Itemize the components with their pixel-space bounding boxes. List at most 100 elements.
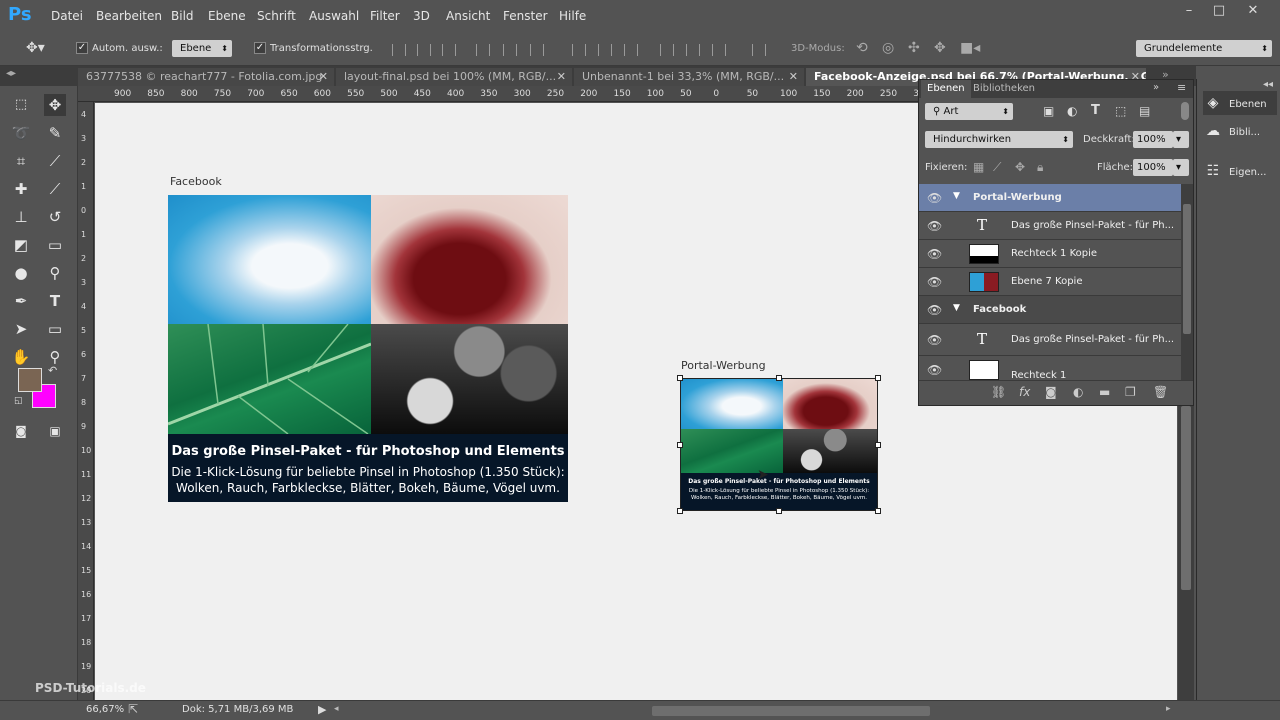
3d-slide-icon[interactable]: ✥ xyxy=(934,40,946,56)
workspace-dropdown[interactable]: Grundelemente ⬍ xyxy=(1136,40,1272,57)
transform-handle-top-center[interactable] xyxy=(776,375,782,381)
vertical-scroll-thumb[interactable] xyxy=(1181,406,1191,590)
zoom-level[interactable]: 66,67% xyxy=(86,704,124,715)
healing-brush-tool-icon[interactable]: ✚ xyxy=(10,178,32,200)
eye-icon[interactable]: 👁︎ xyxy=(927,333,942,347)
transform-handle-top-left[interactable] xyxy=(677,375,683,381)
filter-shape-icon[interactable]: ⬚ xyxy=(1115,104,1126,118)
align-left-icon[interactable] xyxy=(476,44,490,56)
eraser-tool-icon[interactable]: ◩ xyxy=(10,234,32,256)
eye-icon[interactable]: 👁︎ xyxy=(927,275,942,289)
distribute-bottom-icon[interactable] xyxy=(624,44,638,56)
swap-colors-icon[interactable]: ↶ xyxy=(48,364,57,377)
layer-row-text-facebook[interactable]: 👁︎ T Das große Pinsel-Paket - für Ph... xyxy=(919,324,1181,356)
menu-ansicht[interactable]: Ansicht xyxy=(446,9,490,23)
3d-rotate-icon[interactable]: ⟲ xyxy=(856,40,868,56)
chevron-down-icon[interactable]: ▼ xyxy=(953,303,960,313)
facebook-artboard[interactable]: Das große Pinsel-Paket - für Photoshop u… xyxy=(168,195,568,502)
3d-drag-icon[interactable]: ✣ xyxy=(908,40,920,56)
link-icon[interactable]: ⛓︎ xyxy=(991,385,1006,399)
lasso-tool-icon[interactable]: ➰ xyxy=(10,122,32,144)
filter-adjustment-icon[interactable]: ◐ xyxy=(1067,104,1077,118)
hand-tool-icon[interactable]: ✋ xyxy=(10,346,32,368)
menu-datei[interactable]: Datei xyxy=(51,9,83,23)
align-vcenter-icon[interactable] xyxy=(417,44,431,56)
transform-handle-top-right[interactable] xyxy=(875,375,881,381)
transform-bounding-box[interactable] xyxy=(680,378,878,511)
fx-icon[interactable]: fx xyxy=(1019,385,1030,399)
menu-auswahl[interactable]: Auswahl xyxy=(309,9,359,23)
type-tool-icon[interactable]: T xyxy=(44,290,66,312)
adjustment-icon[interactable]: ◐ xyxy=(1073,385,1083,399)
scroll-right-icon[interactable]: ▸ xyxy=(1166,704,1171,714)
dock-eigenschaften[interactable]: ☷ Eigen... xyxy=(1203,159,1277,183)
tab-fotolia[interactable]: 63777538 © reachart777 - Fotolia.com.jpg… xyxy=(78,68,334,86)
auto-align-icon[interactable] xyxy=(752,44,766,56)
foreground-color-swatch[interactable] xyxy=(18,368,42,392)
dock-bibliotheken[interactable]: ☁ Bibli... xyxy=(1203,119,1277,143)
layer-row-ebene-7-kopie[interactable]: 👁︎ Ebene 7 Kopie xyxy=(919,268,1181,296)
pen-tool-icon[interactable]: ✒ xyxy=(10,290,32,312)
blur-tool-icon[interactable]: ● xyxy=(10,262,32,284)
filter-pixel-icon[interactable]: ▣ xyxy=(1043,104,1054,118)
opacity-dropdown-arrow[interactable]: ▾ xyxy=(1173,131,1189,148)
move-tool-preset-icon[interactable]: ✥▾ xyxy=(26,40,45,56)
menu-hilfe[interactable]: Hilfe xyxy=(559,9,586,23)
folder-icon[interactable]: ▬ xyxy=(1099,385,1110,399)
blend-mode-dropdown[interactable]: Hindurchwirken ⬍ xyxy=(925,131,1073,148)
eye-icon[interactable]: 👁︎ xyxy=(927,303,942,317)
scroll-left-icon[interactable]: ◂ xyxy=(334,704,339,714)
menu-3d[interactable]: 3D xyxy=(413,9,430,23)
default-colors-icon[interactable]: ◱ xyxy=(14,396,23,406)
maximize-button[interactable]: □ xyxy=(1204,2,1234,20)
marquee-tool-icon[interactable]: ⬚ xyxy=(10,94,32,116)
close-tab-icon[interactable]: ✕ xyxy=(789,68,798,86)
layer-list-scrollbar[interactable] xyxy=(1181,184,1193,380)
close-tab-icon[interactable]: ✕ xyxy=(319,68,328,86)
portal-artboard[interactable]: Das große Pinsel-Paket - für Photoshop u… xyxy=(680,378,878,511)
lock-image-icon[interactable]: ⟋ xyxy=(993,160,1001,175)
new-layer-icon[interactable]: ❐ xyxy=(1125,385,1136,399)
auto-select-checkbox[interactable]: ✓ xyxy=(76,42,88,54)
expand-dock-icon[interactable]: ◂◂ xyxy=(1263,79,1273,90)
distribute-hcenter-icon[interactable] xyxy=(686,44,700,56)
distribute-left-icon[interactable] xyxy=(660,44,674,56)
3d-roll-icon[interactable]: ◎ xyxy=(882,40,894,56)
quick-select-tool-icon[interactable]: ✎ xyxy=(44,122,66,144)
layer-row-rechteck-kopie[interactable]: 👁︎ Rechteck 1 Kopie xyxy=(919,240,1181,268)
tab-unbenannt[interactable]: Unbenannt-1 bei 33,3% (MM, RGB/... ✕ xyxy=(574,68,804,86)
clone-stamp-tool-icon[interactable]: ⊥ xyxy=(10,206,32,228)
panel-menu-icon[interactable]: ≡ xyxy=(1177,81,1186,94)
layer-row-portal-werbung[interactable]: 👁︎ ▼ Portal-Werbung xyxy=(919,184,1181,212)
filter-type-icon[interactable]: T xyxy=(1091,103,1100,118)
align-hcenter-icon[interactable] xyxy=(503,44,517,56)
dodge-tool-icon[interactable]: ⚲ xyxy=(44,262,66,284)
history-brush-tool-icon[interactable]: ↺ xyxy=(44,206,66,228)
lock-all-icon[interactable]: 🔒︎ xyxy=(1037,160,1043,175)
move-tool-icon[interactable]: ✥ xyxy=(44,94,66,116)
share-icon[interactable]: ⇱ xyxy=(128,702,138,716)
auto-select-dropdown[interactable]: Ebene ⬍ xyxy=(172,40,232,57)
eye-icon[interactable]: 👁︎ xyxy=(927,247,942,261)
trash-icon[interactable]: 🗑︎ xyxy=(1153,385,1168,399)
eye-icon[interactable]: 👁︎ xyxy=(927,191,942,205)
gradient-tool-icon[interactable]: ▭ xyxy=(44,234,66,256)
menu-fenster[interactable]: Fenster xyxy=(503,9,548,23)
dock-ebenen[interactable]: ◈ Ebenen xyxy=(1203,91,1277,115)
align-top-icon[interactable] xyxy=(392,44,406,56)
menu-schrift[interactable]: Schrift xyxy=(257,9,296,23)
menu-bild[interactable]: Bild xyxy=(171,9,194,23)
align-right-icon[interactable] xyxy=(530,44,544,56)
menu-filter[interactable]: Filter xyxy=(370,9,400,23)
artboard-label-portal[interactable]: Portal-Werbung xyxy=(681,359,766,372)
menu-ebene[interactable]: Ebene xyxy=(208,9,246,23)
filter-toggle[interactable] xyxy=(1181,102,1189,120)
chevron-down-icon[interactable]: ▼ xyxy=(953,191,960,201)
quick-mask-icon[interactable]: ◙ xyxy=(10,420,32,442)
distribute-right-icon[interactable] xyxy=(712,44,726,56)
opacity-field[interactable]: 100% xyxy=(1133,131,1173,148)
menu-bearbeiten[interactable]: Bearbeiten xyxy=(96,9,162,23)
fill-dropdown-arrow[interactable]: ▾ xyxy=(1173,159,1189,176)
tab-ebenen[interactable]: Ebenen xyxy=(921,80,971,98)
eye-icon[interactable]: 👁︎ xyxy=(927,363,942,377)
